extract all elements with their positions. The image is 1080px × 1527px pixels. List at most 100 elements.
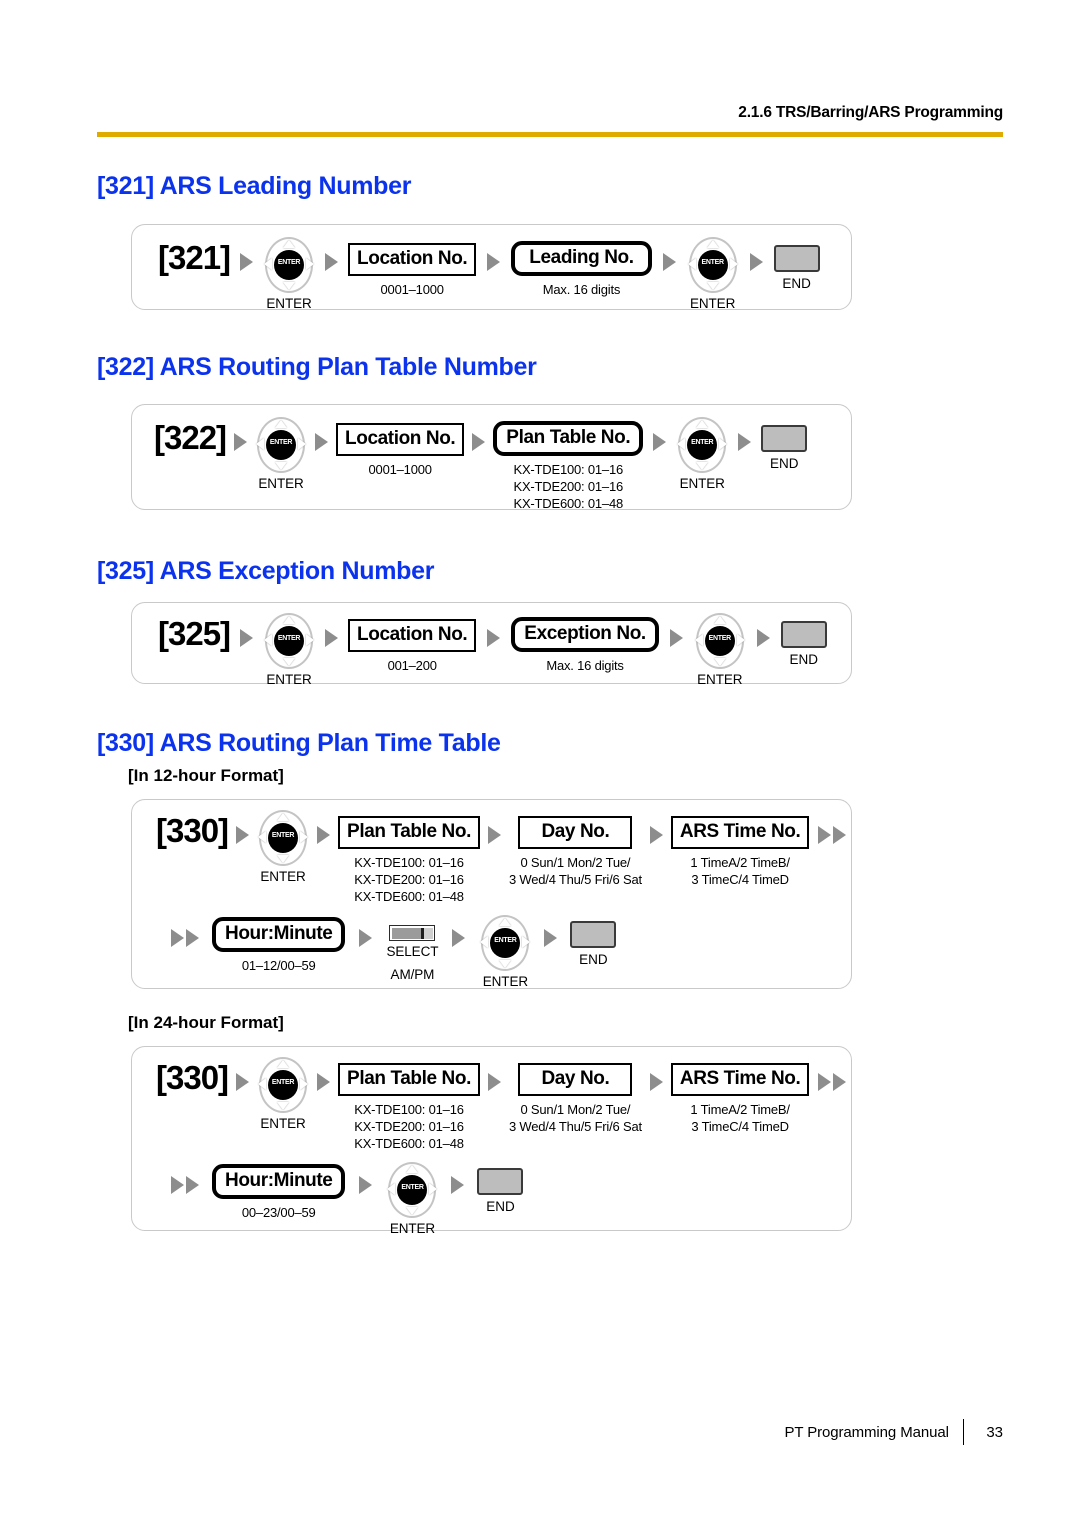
field-location-no[interactable]: Location No. 0001–1000 <box>348 243 477 298</box>
navigator-enter-icon[interactable]: ENTER <box>386 1162 438 1218</box>
field-label[interactable]: Plan Table No. <box>338 1063 480 1096</box>
end-key[interactable]: END <box>773 245 820 291</box>
arrow-up-icon <box>277 1060 290 1068</box>
arrow-left-icon <box>694 634 703 646</box>
field-day-no[interactable]: Day No. 0 Sun/1 Mon/2 Tue/ 3 Wed/4 Thu/5… <box>509 1063 642 1135</box>
field-range-caption: 0 Sun/1 Mon/2 Tue/ 3 Wed/4 Thu/5 Fri/6 S… <box>508 1101 642 1134</box>
field-label[interactable]: Location No. <box>348 243 477 276</box>
flow-row: [325] ENTER ENTER Location No. 001–200 E… <box>158 613 827 689</box>
field-label[interactable]: Day No. <box>518 816 633 849</box>
enter-key[interactable]: ENTER ENTER <box>263 613 315 689</box>
navigator-enter-icon[interactable]: ENTER <box>257 1057 309 1113</box>
field-ars-time-no[interactable]: ARS Time No. 1 TimeA/2 TimeB/ 3 TimeC/4 … <box>670 816 810 888</box>
field-label[interactable]: Exception No. <box>511 617 659 652</box>
enter-key[interactable]: ENTER ENTER <box>257 810 309 886</box>
field-exception-no[interactable]: Exception No. Max. 16 digits <box>511 617 659 674</box>
arrow-icon <box>653 433 667 451</box>
field-range-caption: 01–12/00–59 <box>241 957 316 973</box>
arrow-up-icon <box>283 616 296 624</box>
arrow-up-icon <box>283 240 296 248</box>
field-location-no[interactable]: Location No. 001–200 <box>348 619 477 674</box>
enter-key[interactable]: ENTER ENTER <box>263 237 315 313</box>
field-plan-table-no[interactable]: Plan Table No. KX-TDE100: 01–16 KX-TDE20… <box>338 1063 480 1152</box>
flow-row: [330] ENTER ENTER Plan Table No. KX-TDE1… <box>156 810 847 905</box>
select-key-icon[interactable] <box>389 925 436 941</box>
field-label[interactable]: Plan Table No. <box>493 421 644 456</box>
program-code-321: [321] <box>158 239 231 276</box>
field-label[interactable]: Leading No. <box>511 241 652 276</box>
navigator-enter-icon[interactable]: ENTER <box>676 417 728 473</box>
arrow-left-icon <box>687 258 696 270</box>
field-label[interactable]: Location No. <box>336 423 465 456</box>
end-key[interactable]: END <box>780 621 827 667</box>
end-key-icon[interactable] <box>780 621 827 648</box>
section-heading-330: [330] ARS Routing Plan Time Table <box>97 729 501 757</box>
arrow-right-icon <box>719 438 728 450</box>
field-label[interactable]: Hour:Minute <box>212 1164 346 1199</box>
arrow-icon <box>756 629 770 647</box>
field-label[interactable]: ARS Time No. <box>670 1063 810 1096</box>
field-day-no[interactable]: Day No. 0 Sun/1 Mon/2 Tue/ 3 Wed/4 Thu/5… <box>509 816 642 888</box>
arrow-icon <box>359 929 373 947</box>
end-key-icon[interactable] <box>773 245 820 272</box>
enter-key-caption: ENTER <box>389 1221 436 1236</box>
arrow-icon <box>749 253 763 271</box>
field-range-caption: KX-TDE100: 01–16 KX-TDE200: 01–16 KX-TDE… <box>354 854 464 905</box>
navigator-enter-icon[interactable]: ENTER <box>694 613 746 669</box>
enter-key[interactable]: ENTER ENTER <box>694 613 746 689</box>
navigator-enter-icon[interactable]: ENTER <box>255 417 307 473</box>
select-key[interactable]: SELECT AM/PM <box>386 925 438 984</box>
field-label[interactable]: ARS Time No. <box>670 816 810 849</box>
navigator-enter-icon[interactable]: ENTER <box>257 810 309 866</box>
field-ars-time-no[interactable]: ARS Time No. 1 TimeA/2 TimeB/ 3 TimeC/4 … <box>670 1063 810 1135</box>
end-key-caption: END <box>486 1199 515 1214</box>
arrow-icon <box>452 929 466 947</box>
arrow-up-icon <box>713 616 726 624</box>
field-plan-table-no[interactable]: Plan Table No. KX-TDE100: 01–16 KX-TDE20… <box>338 816 480 905</box>
flow-row: Hour:Minute 00–23/00–59 ENTER ENTER END <box>171 1162 524 1238</box>
program-code-322: [322] <box>154 419 227 456</box>
enter-key[interactable]: ENTER ENTER <box>676 417 728 493</box>
enter-key[interactable]: ENTER ENTER <box>687 237 739 313</box>
arrow-left-icon <box>480 936 489 948</box>
arrow-up-icon <box>499 918 512 926</box>
enter-key-caption: ENTER <box>258 476 304 491</box>
enter-key[interactable]: ENTER ENTER <box>479 915 531 991</box>
format-label-12-hour: [In 12-hour Format] <box>128 766 284 785</box>
enter-key[interactable]: ENTER ENTER <box>257 1057 309 1133</box>
field-range-caption: 1 TimeA/2 TimeB/ 3 TimeC/4 TimeD <box>690 854 790 887</box>
footer-divider <box>962 1419 965 1445</box>
navigator-enter-icon[interactable]: ENTER <box>263 237 315 293</box>
field-label[interactable]: Hour:Minute <box>212 917 346 952</box>
field-label[interactable]: Location No. <box>348 619 477 652</box>
field-label[interactable]: Plan Table No. <box>338 816 480 849</box>
field-hour-minute[interactable]: Hour:Minute 01–12/00–59 <box>212 917 346 974</box>
navigator-enter-icon[interactable]: ENTER <box>479 915 531 971</box>
field-leading-no[interactable]: Leading No. Max. 16 digits <box>511 241 652 298</box>
field-plan-table-no[interactable]: Plan Table No. KX-TDE100: 01–16 KX-TDE20… <box>493 421 644 512</box>
enter-key[interactable]: ENTER ENTER <box>386 1162 438 1238</box>
field-range-caption: Max. 16 digits <box>546 657 624 673</box>
arrow-icon <box>236 1073 250 1091</box>
field-label[interactable]: Day No. <box>518 1063 633 1096</box>
arrow-icon <box>325 629 339 647</box>
arrow-right-icon <box>429 1183 438 1195</box>
arrow-icon <box>472 433 486 451</box>
field-hour-minute[interactable]: Hour:Minute 00–23/00–59 <box>212 1164 346 1221</box>
end-key-icon[interactable] <box>761 425 808 452</box>
field-location-no[interactable]: Location No. 0001–1000 <box>336 423 465 478</box>
end-key[interactable]: END <box>761 425 808 471</box>
enter-key[interactable]: ENTER ENTER <box>255 417 307 493</box>
navigator-enter-icon[interactable]: ENTER <box>687 237 739 293</box>
end-key[interactable]: END <box>570 921 617 967</box>
navigator-enter-icon[interactable]: ENTER <box>263 613 315 669</box>
end-key[interactable]: END <box>477 1168 524 1214</box>
end-key-icon[interactable] <box>477 1168 524 1195</box>
end-key-caption: END <box>769 456 799 471</box>
arrow-icon <box>234 433 248 451</box>
arrow-icon <box>487 253 501 271</box>
arrow-double-icon <box>818 826 847 844</box>
end-key-icon[interactable] <box>570 921 617 948</box>
arrow-icon <box>325 253 339 271</box>
arrow-left-icon <box>677 438 686 450</box>
